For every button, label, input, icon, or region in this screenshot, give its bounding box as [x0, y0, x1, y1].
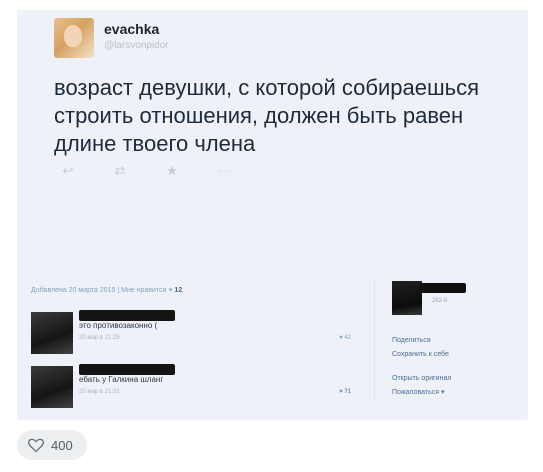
post-like-count: 12	[174, 287, 183, 294]
divider	[374, 281, 375, 399]
comment: ебать у Галкина шланг 20 мар в 21:31 ♥ 7…	[31, 364, 351, 412]
redacted-name	[79, 310, 175, 321]
tweet-handle[interactable]: @larsvonpidor	[104, 40, 169, 51]
tweet-text: возраст девушки, с которой собираешься с…	[54, 75, 480, 156]
heart-icon[interactable]: ♥	[168, 287, 172, 294]
share-link[interactable]: Поделиться	[392, 334, 451, 348]
more-icon[interactable]: ···	[213, 163, 235, 179]
retweet-icon[interactable]: ⇄	[109, 163, 131, 179]
like-count: 400	[51, 437, 73, 453]
comment-text: это противозаконно (	[79, 321, 158, 330]
photo-label: 262-й	[432, 298, 448, 304]
comment-like-count: 42	[344, 335, 351, 341]
author-photo[interactable]	[392, 281, 422, 315]
comment-avatar[interactable]	[31, 312, 73, 354]
save-link[interactable]: Сохранить к себе	[392, 348, 451, 362]
tweet-actions: ↩ ⇄ ★ ···	[57, 163, 235, 179]
heart-outline-icon	[28, 438, 44, 453]
comment-likes[interactable]: ♥ 71	[339, 389, 351, 395]
redacted-name	[79, 364, 175, 375]
comment-likes[interactable]: ♥ 42	[339, 335, 351, 341]
tweet-username[interactable]: evachka	[104, 21, 159, 37]
open-original-link[interactable]: Открыть оригинал	[392, 372, 451, 386]
post-meta-text: Добавлена 20 марта 2015 | Мне нравится	[31, 287, 167, 294]
redacted-name	[420, 283, 466, 293]
like-button[interactable]: 400	[17, 430, 87, 460]
comment-avatar[interactable]	[31, 366, 73, 408]
reply-icon[interactable]: ↩	[57, 163, 79, 179]
report-link[interactable]: Пожаловаться ▾	[392, 386, 451, 400]
comment-date[interactable]: 20 мар в 21:25	[79, 335, 120, 341]
side-links: Поделиться Сохранить к себе Открыть ориг…	[392, 334, 451, 400]
post-meta: Добавлена 20 марта 2015 | Мне нравится ♥…	[31, 287, 182, 294]
comment-date[interactable]: 20 мар в 21:31	[79, 389, 120, 395]
comment-like-count: 71	[344, 389, 351, 395]
tweet-author-avatar[interactable]	[54, 18, 94, 58]
comment: это противозаконно ( 20 мар в 21:25 ♥ 42	[31, 310, 351, 358]
star-icon[interactable]: ★	[161, 163, 183, 179]
comment-text: ебать у Галкина шланг	[79, 375, 164, 384]
